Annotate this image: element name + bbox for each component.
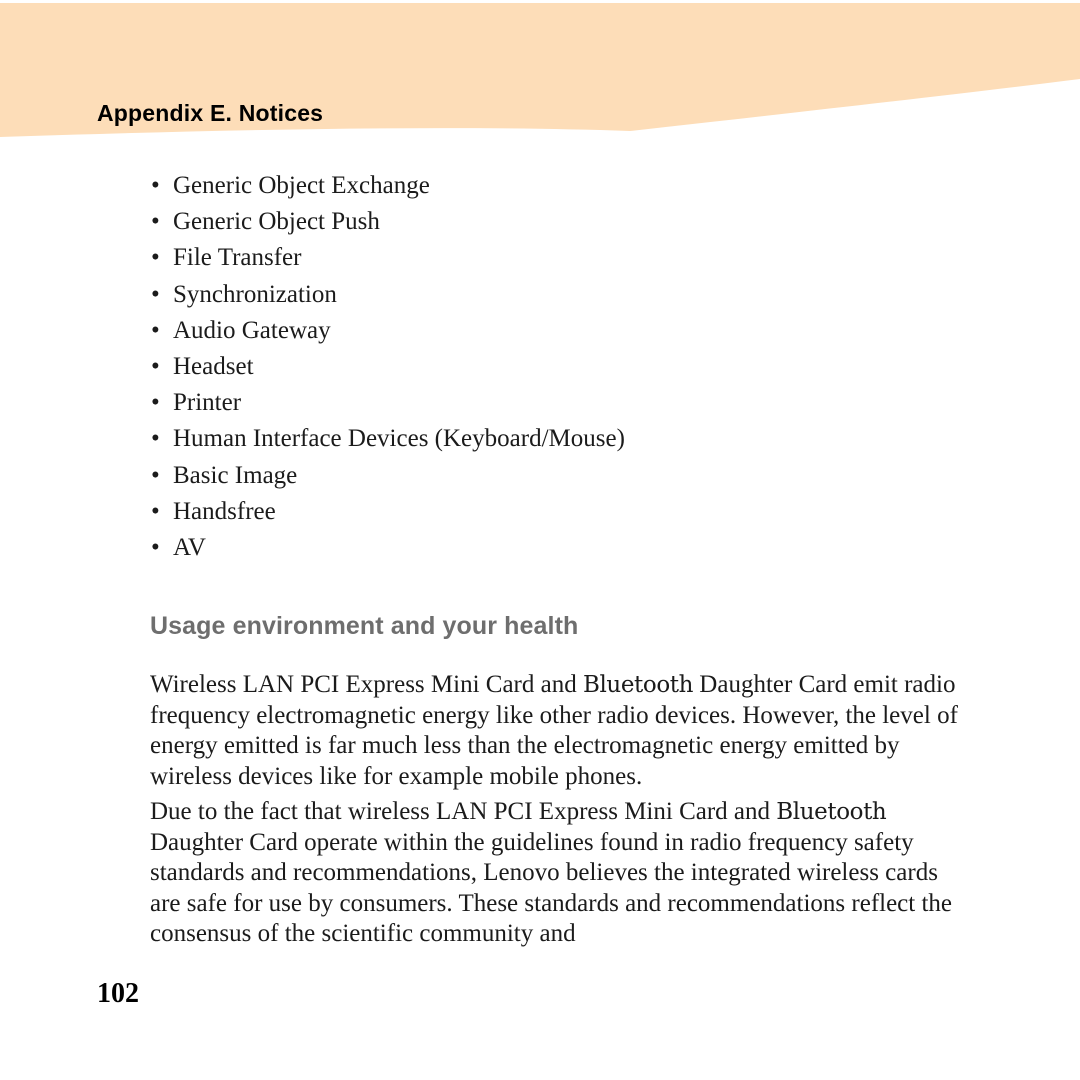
- bullet-icon: •: [151, 172, 160, 199]
- bullet-icon: •: [151, 461, 160, 489]
- bullet-icon: •: [151, 497, 160, 525]
- list-item-label: File Transfer: [173, 244, 302, 272]
- page-number: 102: [97, 978, 139, 1009]
- bluetooth-brand-word: Bluetooth: [776, 799, 887, 825]
- bullet-icon: •: [151, 280, 160, 308]
- paragraph-usage-environment: Wireless LAN PCI Express Mini Card and B…: [150, 670, 962, 792]
- list-item-label: Human Interface Devices (Keyboard/Mouse): [173, 425, 625, 453]
- bullet-icon: •: [151, 534, 160, 562]
- bullet-icon: •: [151, 208, 160, 236]
- bullet-icon: •: [151, 425, 160, 453]
- bullet-icon: •: [151, 353, 160, 381]
- header-banner: [0, 0, 1080, 160]
- profile-bullet-list: • Generic Object Exchange • Generic Obje…: [150, 168, 970, 566]
- list-item-label: Handsfree: [173, 497, 276, 525]
- list-item-label: AV: [173, 534, 206, 562]
- list-item: • Human Interface Devices (Keyboard/Mous…: [150, 421, 970, 457]
- list-item: • Basic Image: [150, 458, 970, 494]
- list-item: • Printer: [150, 385, 970, 421]
- paragraph-text-part: Wireless LAN PCI Express Mini Card and: [150, 671, 583, 698]
- list-item-label: Printer: [173, 389, 242, 417]
- list-item: • Generic Object Exchange: [150, 168, 970, 204]
- list-item-label: Basic Image: [173, 461, 298, 489]
- list-item: • Generic Object Push: [150, 204, 970, 240]
- bullet-icon: •: [151, 244, 160, 272]
- list-item: • Synchronization: [150, 277, 970, 313]
- bullet-icon: •: [151, 389, 160, 417]
- list-item: • Audio Gateway: [150, 313, 970, 349]
- list-item-label: Generic Object Exchange: [173, 172, 430, 199]
- list-item-label: Generic Object Push: [173, 208, 380, 236]
- list-item: • Headset: [150, 349, 970, 385]
- paragraph-text-part: Due to the fact that wireless LAN PCI Ex…: [150, 798, 777, 825]
- list-item: • AV: [150, 530, 970, 566]
- list-item-label: Headset: [173, 353, 254, 381]
- bluetooth-brand-word: Bluetooth: [582, 672, 694, 698]
- list-item-label: Audio Gateway: [173, 316, 331, 344]
- list-item: • File Transfer: [150, 240, 970, 276]
- page-title: Appendix E. Notices: [97, 100, 324, 126]
- list-item: • Handsfree: [150, 494, 970, 530]
- paragraph-safety-standards: Due to the fact that wireless LAN PCI Ex…: [150, 797, 962, 950]
- bullet-icon: •: [151, 316, 160, 344]
- list-item-label: Synchronization: [173, 280, 337, 308]
- section-heading: Usage environment and your health: [150, 611, 579, 640]
- document-page: Appendix E. Notices • Generic Object Exc…: [0, 0, 1080, 1080]
- paragraph-text-part: Daughter Card operate within the guideli…: [150, 828, 953, 948]
